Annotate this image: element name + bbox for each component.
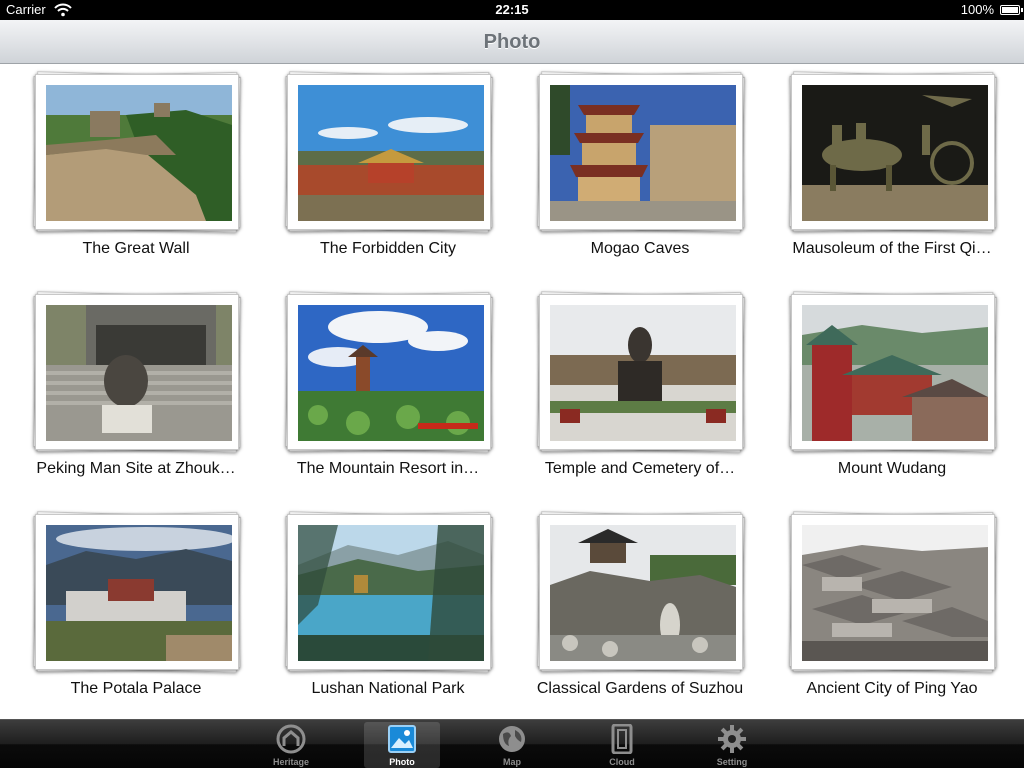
photo-caption: Mount Wudang [837,460,947,477]
battery-percentage: 100% [960,2,994,17]
photo-caption: The Potala Palace [70,680,202,697]
photo-caption: Peking Man Site at Zhouk… [36,460,236,477]
photo-thumbnail[interactable] [536,71,746,233]
clock: 22:15 [495,2,529,17]
photo-item-mount-wudang[interactable]: Mount Wudang [756,284,1008,494]
battery-icon [1000,5,1023,15]
photo-thumbnail[interactable] [284,511,494,673]
navigation-bar: Photo [0,20,1024,64]
photo-caption: Temple and Cemetery of… [544,460,736,477]
photo-item-suzhou-gardens[interactable]: Classical Gardens of Suzhou [504,504,756,714]
tab-label: Setting [716,757,748,767]
tab-map[interactable]: Map [474,722,550,768]
photo-caption: Classical Gardens of Suzhou [536,680,744,697]
gear-icon [718,725,746,753]
photo-thumbnail[interactable] [32,511,242,673]
tab-cloud[interactable]: Cloud [584,722,660,768]
tab-label: Photo [389,757,415,767]
photo-item-great-wall[interactable]: The Great Wall [0,64,252,274]
photo-item-peking-man[interactable]: Peking Man Site at Zhouk… [0,284,252,494]
cloud-icon [611,724,633,754]
photo-thumbnail[interactable] [536,511,746,673]
tab-label: Cloud [609,757,635,767]
tab-setting[interactable]: Setting [694,722,770,768]
photo-caption: The Great Wall [82,240,190,257]
heritage-icon [276,724,306,754]
photo-item-temple-cemetery[interactable]: Temple and Cemetery of… [504,284,756,494]
photo-caption: The Forbidden City [319,240,457,257]
photo-item-forbidden-city[interactable]: The Forbidden City [252,64,504,274]
photo-thumbnail[interactable] [788,71,998,233]
photo-item-mausoleum-qin[interactable]: Mausoleum of the First Qi… [756,64,1008,274]
photo-thumbnail[interactable] [32,291,242,453]
tab-label: Heritage [272,757,309,767]
photo-thumbnail[interactable] [32,71,242,233]
photo-caption: Mausoleum of the First Qi… [792,240,992,257]
tab-bar: Heritage Photo Map Cloud Setting [0,719,1024,768]
photo-thumbnail[interactable] [284,291,494,453]
photo-item-potala-palace[interactable]: The Potala Palace [0,504,252,714]
photo-thumbnail[interactable] [788,511,998,673]
photo-caption: Mogao Caves [590,240,690,257]
photo-thumbnail[interactable] [788,291,998,453]
globe-icon [499,726,525,752]
photo-item-mountain-resort[interactable]: The Mountain Resort in… [252,284,504,494]
status-bar: Carrier 22:15 100% [0,0,1024,20]
tab-heritage[interactable]: Heritage [253,722,329,768]
photo-item-lushan[interactable]: Lushan National Park [252,504,504,714]
photo-item-mogao-caves[interactable]: Mogao Caves [504,64,756,274]
tab-label: Map [503,757,521,767]
photo-thumbnail[interactable] [536,291,746,453]
photo-icon [388,725,416,753]
page-title: Photo [483,31,541,53]
tab-photo[interactable]: Photo [364,722,440,768]
photo-grid: The Great Wall The Forbidden City Mogao … [0,64,1024,719]
photo-caption: Ancient City of Ping Yao [806,680,978,697]
photo-thumbnail[interactable] [284,71,494,233]
photo-caption: Lushan National Park [311,680,465,697]
photo-item-ping-yao[interactable]: Ancient City of Ping Yao [756,504,1008,714]
photo-caption: The Mountain Resort in… [296,460,480,477]
